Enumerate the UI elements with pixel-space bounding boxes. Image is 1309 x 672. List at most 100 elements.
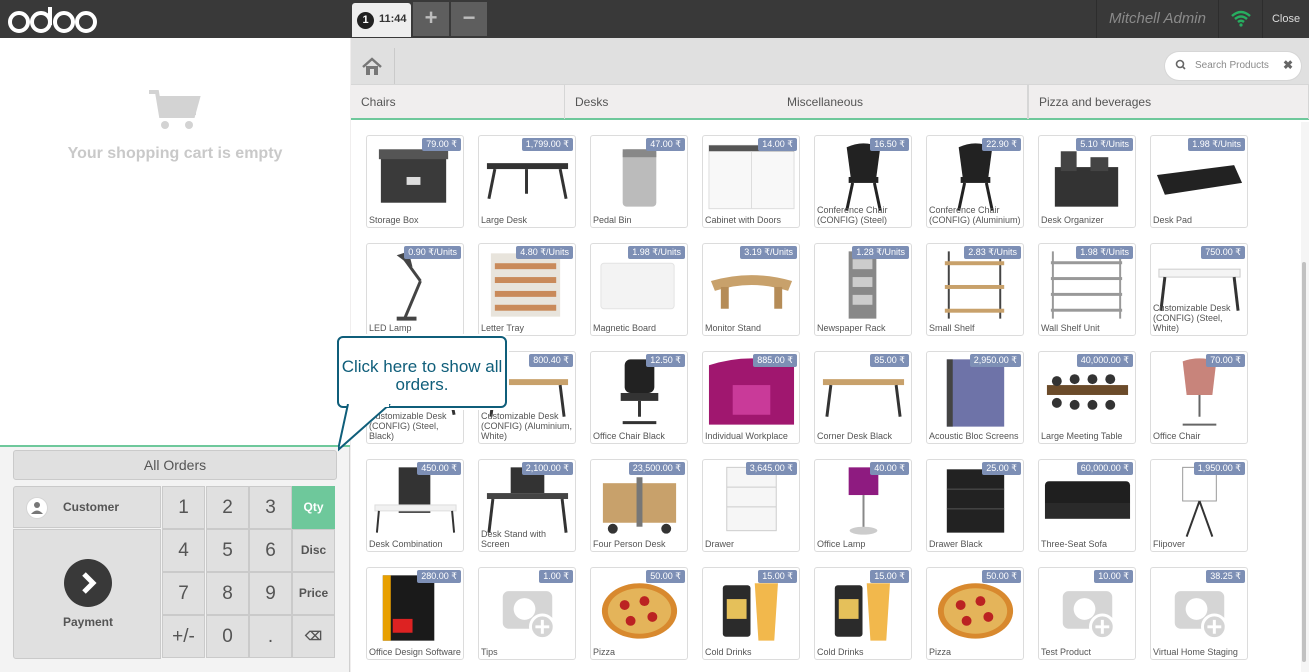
product-card[interactable]: 1.28 ₹/Units Newspaper Rack (814, 243, 912, 336)
product-name: Storage Box (369, 215, 419, 225)
product-card[interactable]: 1.98 ₹/Units Magnetic Board (590, 243, 688, 336)
product-card[interactable]: 25.00 ₹ Drawer Black (926, 459, 1024, 552)
remove-order-button[interactable]: − (451, 2, 487, 36)
product-card[interactable]: 16.50 ₹ Conference Chair (CONFIG) (Steel) (814, 135, 912, 228)
numpad-key[interactable]: 8 (206, 572, 249, 615)
product-card[interactable]: 10.00 ₹ Test Product (1038, 567, 1136, 660)
numpad-key[interactable]: 3 (249, 486, 292, 529)
product-price: 50.00 ₹ (982, 570, 1021, 583)
product-card[interactable]: 70.00 ₹ Office Chair (1150, 351, 1248, 444)
product-card[interactable]: 2,950.00 ₹ Acoustic Bloc Screens (926, 351, 1024, 444)
product-name: Corner Desk Black (817, 431, 893, 441)
product-card[interactable]: 22.90 ₹ Conference Chair (CONFIG) (Alumin… (926, 135, 1024, 228)
product-card[interactable]: 4.80 ₹/Units Letter Tray (478, 243, 576, 336)
product-price: 60,000.00 ₹ (1076, 462, 1133, 475)
product-card[interactable]: 40.00 ₹ Office Lamp (814, 459, 912, 552)
close-button[interactable]: Close (1262, 0, 1309, 38)
product-price: 47.00 ₹ (646, 138, 685, 151)
product-name: Individual Workplace (705, 431, 788, 441)
payment-label: Payment (62, 615, 114, 629)
wifi-icon[interactable] (1218, 0, 1262, 38)
product-card[interactable]: 3.19 ₹/Units Monitor Stand (702, 243, 800, 336)
numpad-key[interactable]: 4 (162, 529, 205, 572)
numpad-key[interactable]: 0 (206, 615, 249, 658)
product-card[interactable]: 1.98 ₹/Units Desk Pad (1150, 135, 1248, 228)
product-price: 15.00 ₹ (758, 570, 797, 583)
product-name: Test Product (1041, 647, 1092, 657)
product-card[interactable]: 280.00 ₹ Office Design Software (366, 567, 464, 660)
search-box[interactable]: Search Products ✖ (1165, 52, 1301, 80)
search-input[interactable]: Search Products (1195, 60, 1269, 71)
product-card[interactable]: 14.00 ₹ Cabinet with Doors (702, 135, 800, 228)
product-card[interactable]: 50.00 ₹ Pizza (926, 567, 1024, 660)
product-card[interactable]: 15.00 ₹ Cold Drinks (702, 567, 800, 660)
empty-cart-message: Your shopping cart is empty (67, 145, 283, 162)
chevron-right-icon (64, 559, 112, 607)
category-miscellaneous[interactable]: Miscellaneous (777, 85, 1028, 119)
product-card[interactable]: 23,500.00 ₹ Four Person Desk (590, 459, 688, 552)
product-card[interactable]: 2.83 ₹/Units Small Shelf (926, 243, 1024, 336)
category-pizza-and-beverages[interactable]: Pizza and beverages (1028, 85, 1309, 119)
product-card[interactable]: 47.00 ₹ Pedal Bin (590, 135, 688, 228)
home-button[interactable] (351, 48, 395, 84)
numpad-key[interactable]: +/- (162, 615, 205, 658)
product-card[interactable]: 50.00 ₹ Pizza (590, 567, 688, 660)
numpad-key[interactable]: 1 (162, 486, 205, 529)
category-chairs[interactable]: Chairs (351, 85, 565, 119)
product-card[interactable]: 1,950.00 ₹ Flipover (1150, 459, 1248, 552)
product-name: Drawer Black (929, 539, 983, 549)
left-pane: Your shopping cart is empty All Orders C… (0, 38, 350, 672)
product-card[interactable]: 1.00 ₹ Tips (478, 567, 576, 660)
mode-qty-button[interactable]: Qty (292, 486, 335, 529)
product-card[interactable]: 85.00 ₹ Corner Desk Black (814, 351, 912, 444)
product-price: 10.00 ₹ (1094, 570, 1133, 583)
numpad-key[interactable]: . (249, 615, 292, 658)
user-name[interactable]: Mitchell Admin (1096, 0, 1218, 38)
product-price: 38.25 ₹ (1206, 570, 1245, 583)
clear-search-icon[interactable]: ✖ (1283, 58, 1293, 72)
mode-disc-button[interactable]: Disc (292, 529, 335, 572)
all-orders-button[interactable]: All Orders (13, 450, 337, 480)
product-name: Desk Combination (369, 539, 443, 549)
product-card[interactable]: 40,000.00 ₹ Large Meeting Table (1038, 351, 1136, 444)
product-card[interactable]: 1.98 ₹/Units Wall Shelf Unit (1038, 243, 1136, 336)
product-card[interactable]: 2,100.00 ₹ Desk Stand with Screen (478, 459, 576, 552)
product-price: 12.50 ₹ (646, 354, 685, 367)
add-order-button[interactable]: + (413, 2, 449, 36)
product-card[interactable]: 38.25 ₹ Virtual Home Staging (1150, 567, 1248, 660)
product-card[interactable]: 0.90 ₹/Units LED Lamp (366, 243, 464, 336)
product-price: 70.00 ₹ (1206, 354, 1245, 367)
numpad-key[interactable]: 5 (206, 529, 249, 572)
numpad-key[interactable]: 7 (162, 572, 205, 615)
product-price: 0.90 ₹/Units (404, 246, 461, 259)
product-card[interactable]: 450.00 ₹ Desk Combination (366, 459, 464, 552)
product-name: Flipover (1153, 539, 1186, 549)
product-card[interactable]: 750.00 ₹ Customizable Desk (CONFIG) (Stee… (1150, 243, 1248, 336)
product-card[interactable]: 15.00 ₹ Cold Drinks (814, 567, 912, 660)
numpad-key[interactable]: 9 (249, 572, 292, 615)
product-price: 1.00 ₹ (539, 570, 573, 583)
backspace-button[interactable]: ⌫ (292, 615, 335, 658)
numpad-key[interactable]: 2 (206, 486, 249, 529)
product-name: Pedal Bin (593, 215, 632, 225)
product-name: Pizza (593, 647, 616, 657)
product-name: Desk Stand with Screen (481, 529, 547, 549)
product-card[interactable]: 3,645.00 ₹ Drawer (702, 459, 800, 552)
order-tab[interactable]: 1 11:44 (352, 3, 411, 37)
product-card[interactable]: 885.00 ₹ Individual Workplace (702, 351, 800, 444)
product-card[interactable]: 60,000.00 ₹ Three-Seat Sofa (1038, 459, 1136, 552)
product-name: Cold Drinks (817, 647, 864, 657)
payment-button[interactable]: Payment (13, 529, 161, 659)
products-header: Search Products ✖ (351, 38, 1309, 84)
product-card[interactable]: 5.10 ₹/Units Desk Organizer (1038, 135, 1136, 228)
scrollbar[interactable] (1301, 122, 1309, 672)
mode-price-button[interactable]: Price (292, 572, 335, 615)
numpad-key[interactable]: 6 (249, 529, 292, 572)
product-price: 23,500.00 ₹ (628, 462, 685, 475)
product-card[interactable]: 1,799.00 ₹ Large Desk (478, 135, 576, 228)
product-card[interactable]: 79.00 ₹ Storage Box (366, 135, 464, 228)
product-price: 15.00 ₹ (870, 570, 909, 583)
product-card[interactable]: 12.50 ₹ Office Chair Black (590, 351, 688, 444)
product-price: 2,100.00 ₹ (521, 462, 573, 475)
customer-button[interactable]: Customer (13, 486, 161, 528)
